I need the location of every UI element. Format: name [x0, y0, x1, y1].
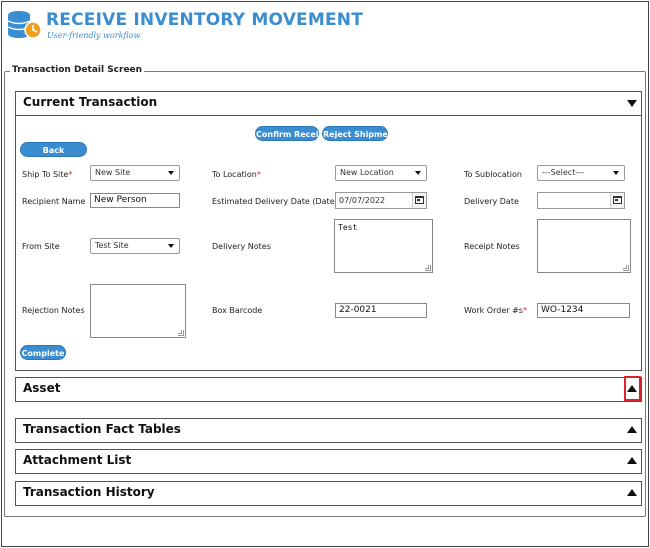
to-sublocation-select[interactable]: ---Select---: [537, 165, 625, 181]
delivery-notes-textarea[interactable]: Test: [334, 219, 433, 273]
expand-triangle-icon[interactable]: [627, 426, 637, 433]
dropdown-caret-icon: [168, 244, 174, 248]
section-title: Current Transaction: [23, 95, 158, 109]
expand-triangle-icon[interactable]: [627, 489, 637, 496]
to-location-label: To Location*: [212, 170, 261, 179]
section-title: Transaction History: [23, 485, 155, 499]
database-clock-icon: [7, 11, 42, 39]
section-attachment-list[interactable]: Attachment List: [15, 449, 642, 474]
section-title: Asset: [23, 381, 61, 395]
resize-grip-icon[interactable]: [425, 265, 431, 271]
ship-to-site-select[interactable]: New Site: [90, 165, 180, 181]
estimated-delivery-date-label: Estimated Delivery Date (Date): [212, 197, 338, 206]
resize-grip-icon[interactable]: [623, 265, 629, 271]
estimated-delivery-date-input[interactable]: 07/07/2022: [335, 192, 427, 209]
to-sublocation-label: To Sublocation: [464, 170, 522, 179]
section-asset[interactable]: Asset: [15, 376, 642, 402]
complete-button[interactable]: Complete: [20, 345, 66, 360]
recipient-name-label: Recipient Name: [22, 197, 86, 206]
page-subtitle: User-friendly workflow: [47, 31, 141, 40]
reject-shipment-button[interactable]: Reject Shipment: [322, 126, 397, 141]
section-current-transaction[interactable]: Current Transaction: [15, 91, 642, 116]
calendar-icon: [415, 196, 424, 204]
receipt-notes-textarea[interactable]: [537, 219, 631, 273]
recipient-name-input[interactable]: New Person: [90, 193, 180, 208]
asset-expand-toggle[interactable]: [624, 376, 641, 401]
calendar-button[interactable]: [412, 193, 426, 208]
ship-to-site-label: Ship To Site*: [22, 170, 73, 179]
back-button[interactable]: Back: [20, 142, 87, 157]
dropdown-caret-icon: [168, 171, 174, 175]
rejection-notes-label: Rejection Notes: [22, 306, 85, 315]
to-location-select[interactable]: New Location: [335, 165, 427, 181]
section-transaction-history[interactable]: Transaction History: [15, 481, 642, 506]
section-title: Attachment List: [23, 453, 132, 467]
from-site-label: From Site: [22, 242, 60, 251]
from-site-select[interactable]: Test Site: [90, 238, 180, 254]
collapse-triangle-icon[interactable]: [627, 100, 637, 107]
page-title: RECEIVE INVENTORY MOVEMENT: [46, 10, 364, 30]
section-transaction-fact-tables[interactable]: Transaction Fact Tables: [15, 418, 642, 443]
confirm-receipt-button[interactable]: Confirm Receipt: [255, 126, 328, 141]
dropdown-caret-icon: [415, 171, 421, 175]
expand-triangle-icon[interactable]: [627, 457, 637, 464]
box-barcode-input[interactable]: 22-0021: [335, 303, 427, 318]
calendar-button[interactable]: [610, 193, 624, 208]
work-order-label: Work Order #s*: [464, 306, 527, 315]
calendar-icon: [613, 196, 622, 204]
work-order-input[interactable]: WO-1234: [537, 303, 630, 318]
resize-grip-icon[interactable]: [178, 330, 184, 336]
receipt-notes-label: Receipt Notes: [464, 242, 520, 251]
rejection-notes-textarea[interactable]: [90, 284, 186, 338]
expand-triangle-icon: [627, 385, 637, 392]
dropdown-caret-icon: [613, 171, 619, 175]
delivery-date-label: Delivery Date: [464, 197, 519, 206]
box-barcode-label: Box Barcode: [212, 306, 263, 315]
section-title: Transaction Fact Tables: [23, 422, 181, 436]
delivery-date-input[interactable]: [537, 192, 625, 209]
delivery-notes-label: Delivery Notes: [212, 242, 271, 251]
fieldset-legend: Transaction Detail Screen: [10, 65, 145, 75]
